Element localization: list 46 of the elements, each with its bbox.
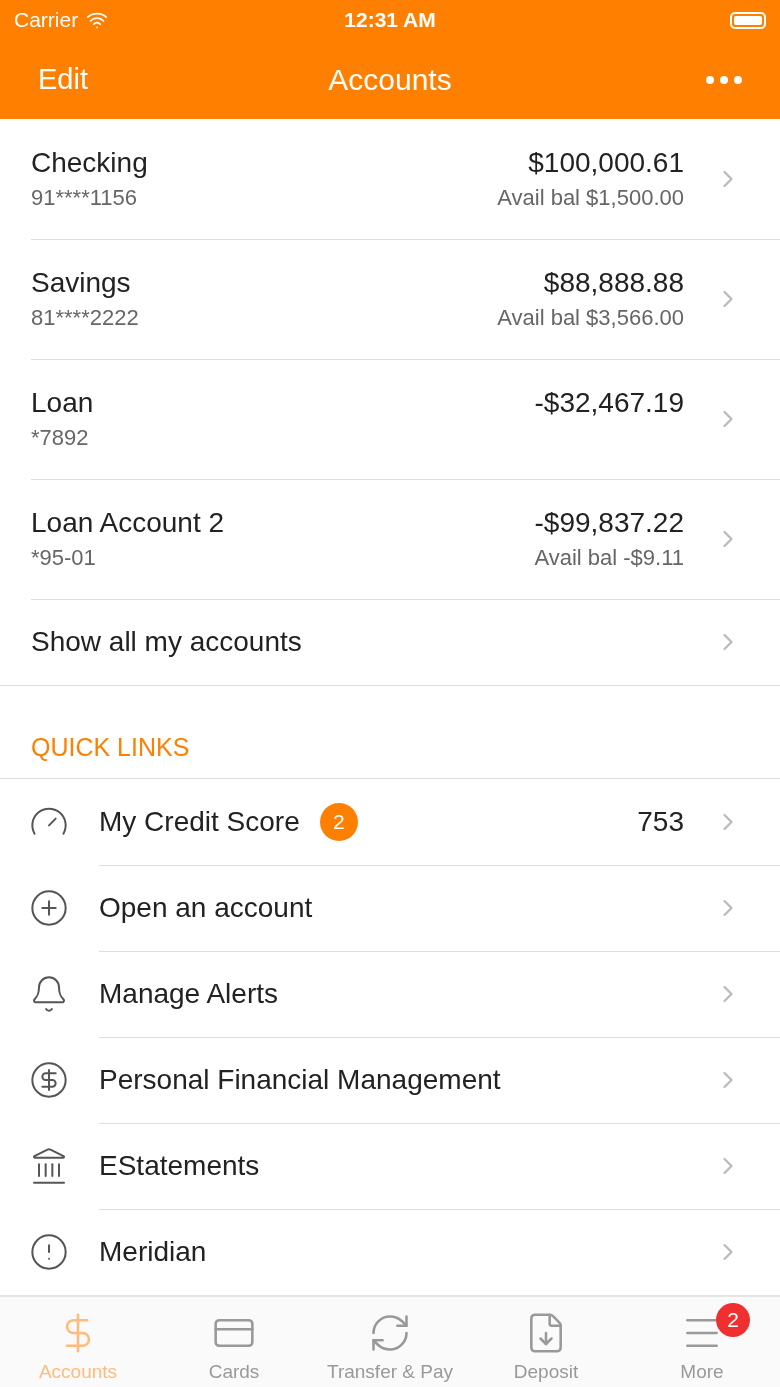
quick-link-label: Manage Alerts xyxy=(99,977,278,1010)
count-badge: 2 xyxy=(319,802,358,841)
account-number: 91****1156 xyxy=(31,184,138,211)
account-name: Savings xyxy=(31,266,131,299)
notification-badge: 2 xyxy=(716,1303,750,1338)
account-balance: -$32,467.19 xyxy=(534,386,684,419)
credit-score-value: 753 xyxy=(637,805,684,838)
account-number: 81****2222 xyxy=(31,304,139,331)
account-number: *95-01 xyxy=(31,544,96,571)
account-balance: -$99,837.22 xyxy=(534,506,684,539)
quick-link-label: Meridian xyxy=(99,1236,207,1269)
quick-link-label: My Credit Score xyxy=(99,805,300,838)
dollar-circle-icon xyxy=(29,1060,69,1101)
quick-link-row[interactable]: My Credit Score 2 753 xyxy=(0,779,780,866)
account-number: *7892 xyxy=(31,424,89,451)
account-name: Checking xyxy=(31,146,148,179)
account-balance: $88,888.88 xyxy=(543,266,684,299)
quick-link-row[interactable]: Manage Alerts xyxy=(0,951,780,1038)
quick-link-row[interactable]: Open an account xyxy=(0,865,780,952)
battery-icon xyxy=(730,11,766,29)
account-balance: $100,000.61 xyxy=(528,146,684,179)
carrier-label: Carrier xyxy=(14,8,79,32)
nav-title: Accounts xyxy=(328,62,452,97)
quick-link-row[interactable]: Personal Financial Management xyxy=(0,1037,780,1124)
account-name: Loan xyxy=(31,386,94,419)
available-balance: Avail bal $3,566.00 xyxy=(497,304,684,331)
more-options-icon[interactable] xyxy=(706,75,742,84)
show-all-row[interactable]: Show all my accounts xyxy=(0,599,780,686)
section-title: QUICK LINKS xyxy=(31,733,190,763)
account-row[interactable]: Loan Account 2 *95-01 -$99,837.22 Avail bal -$9.11 xyxy=(0,479,780,600)
available-balance: Avail bal -$9.11 xyxy=(534,544,684,571)
account-row[interactable]: Savings 81****2222 $88,888.88 Avail bal $3,566.00 xyxy=(0,239,780,360)
account-row[interactable]: Checking 91****1156 $100,000.61 Avail bal $1,500.00 xyxy=(0,119,780,240)
quick-link-label: Open an account xyxy=(99,891,313,924)
plus-circle-icon xyxy=(29,888,69,929)
account-row[interactable]: Loan *7892 -$32,467.19 xyxy=(0,359,780,480)
show-all-label: Show all my accounts xyxy=(31,626,303,659)
account-name: Loan Account 2 xyxy=(31,506,225,539)
quick-link-row[interactable]: Meridian xyxy=(0,1209,780,1296)
tab-item[interactable]: More 2 xyxy=(624,1297,780,1387)
status-time: 12:31 AM xyxy=(344,8,436,32)
quick-link-row[interactable]: EStatements xyxy=(0,1123,780,1210)
quick-link-label: EStatements xyxy=(99,1149,260,1182)
available-balance: Avail bal $1,500.00 xyxy=(497,184,684,211)
alert-icon xyxy=(29,1232,69,1273)
quick-link-label: Personal Financial Management xyxy=(99,1063,501,1096)
